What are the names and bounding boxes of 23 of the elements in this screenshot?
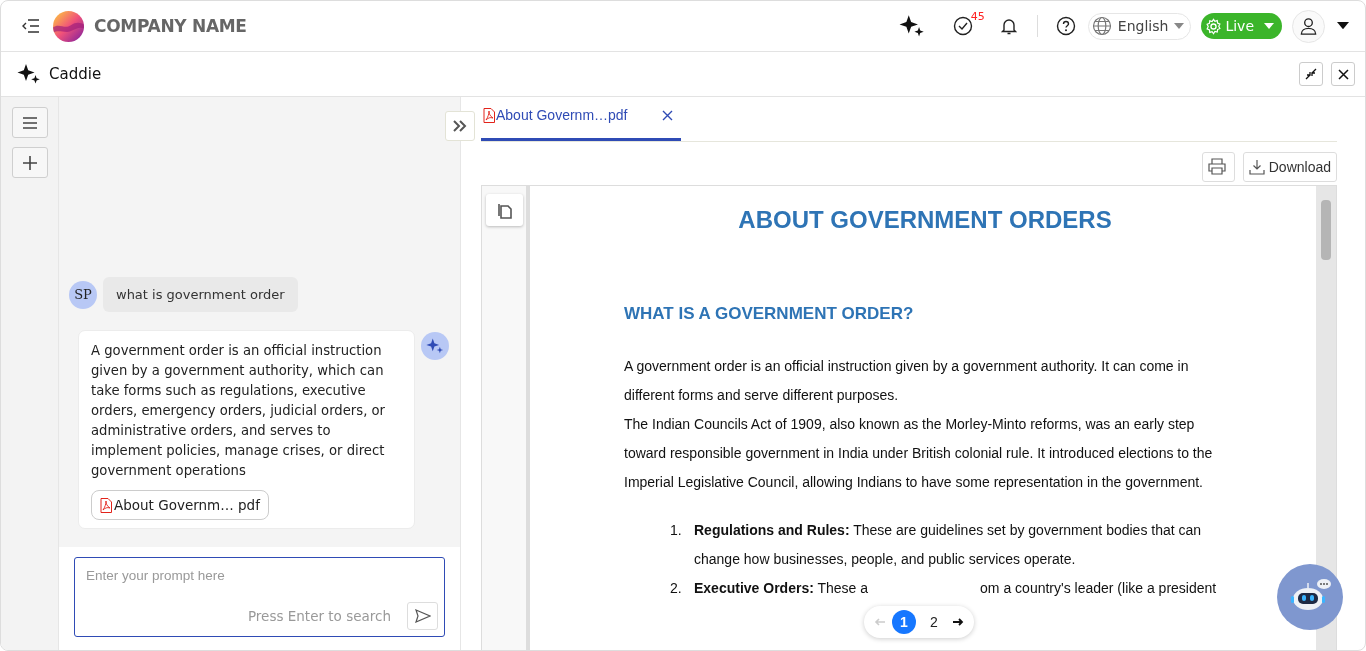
bot-message: A government order is an official instruction given by a government authority, which can take forms such as regulations, executive orders, emergency orders, judicial orders, or administrative orders, and serves to implement policies, manage crises, or direct government operations [91, 342, 386, 480]
document-title: ABOUT GOVERNMENT ORDERS [737, 206, 1113, 234]
page-number[interactable]: 2 [922, 610, 946, 634]
document-tab[interactable]: About Governm…pdf [481, 96, 681, 141]
company-name: COMPANY NAME [94, 16, 247, 36]
list-number: 2. [670, 579, 683, 598]
list-item-text: Regulations and Rules: These are guidelines set by government bodies that can change how businesses, people, and public services operate. [694, 521, 1203, 569]
document-heading: WHAT IS A GOVERNMENT ORDER? [624, 304, 915, 324]
user-avatar: SP [69, 280, 97, 309]
language-select[interactable]: English [1087, 12, 1192, 40]
list-number: 1. [670, 521, 683, 540]
user-message: what is government order [103, 277, 298, 312]
search-hint: Press Enter to search [247, 608, 391, 624]
prompt-input[interactable]: Enter your prompt here [86, 568, 438, 583]
notification-count: 45 [970, 11, 985, 23]
list-item-text: om a country's leader (like a president [980, 579, 1217, 598]
attachment-chip[interactable]: About Governm… pdf [91, 490, 269, 520]
list-item-text: Executive Orders: These a [694, 579, 869, 598]
page-number[interactable]: 1 [892, 610, 916, 634]
download-button[interactable]: Download [1242, 151, 1337, 182]
panel-title: Caddie [49, 65, 102, 83]
document-paragraph: The Indian Councils Act of 1909, also known as the Morley-Minto reforms, was an early step toward responsible government in India under British colonial rule. It introduced elections to the Imperial Legislative Council, allowing Indians to have some representation in the government. [624, 415, 1214, 492]
document-paragraph: A government order is an official instruction given by a government authority. It can come in different forms and serve different purposes. [624, 357, 1190, 405]
